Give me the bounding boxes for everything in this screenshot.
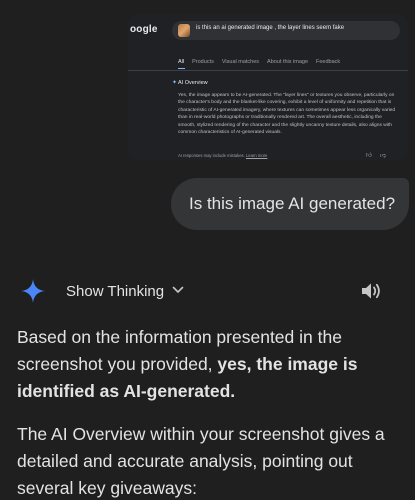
feedback-icons: 👍︎👎︎ [366,151,394,159]
response-paragraph-2: The AI Overview within your screenshot g… [17,424,385,498]
chevron-down-icon[interactable] [172,286,184,294]
active-tab-indicator [178,68,185,69]
screenshot-tab-feedback: Feedback [316,59,341,65]
google-logo: oogle [130,24,158,35]
chat-page: oogle is this an ai generated image , th… [0,0,415,500]
screenshot-tab-about-image: About this image [267,59,309,65]
screenshot-search-bar: is this an ai generated image , the laye… [172,21,400,40]
ai-overview-body: Yes, the image appears to be AI-generate… [178,93,396,136]
ai-overview-disclaimer: AI responses may include mistakes. [178,153,245,158]
ai-overview-sparkle-icon: ✦ [172,80,178,86]
screenshot-tab-all: All [178,59,185,65]
user-message-bubble: Is this image AI generated? [171,178,409,230]
ai-overview-card: ✦ AI Overview Yes, the image appears to … [172,74,402,160]
show-thinking-row: Show Thinking [20,275,390,307]
thumbs-down-icon: 👎︎ [379,153,394,159]
screenshot-tab-visual-matches: Visual matches [221,59,260,65]
screenshot-header: oogle is this an ai generated image , th… [128,14,408,50]
screenshot-divider [128,70,408,71]
ai-overview-title: AI Overview [178,80,208,86]
learn-more-link: Learn more [245,153,268,158]
ai-overview-footer: AI responses may include mistakes. Learn… [178,153,267,158]
thumbs-up-icon: 👍︎ [365,153,380,159]
show-thinking-toggle[interactable]: Show Thinking [66,283,164,300]
gemini-sparkle-icon [21,279,45,303]
screenshot-search-query: is this an ai generated image , the laye… [196,25,345,31]
speaker-icon[interactable] [360,281,382,301]
screenshot-tab-products: Products [192,59,214,65]
response-paragraph-1: Based on the information presented in th… [17,324,407,405]
screenshot-tabs: All Products Visual matches About this i… [178,59,340,65]
query-image-thumbnail [178,24,190,37]
attached-screenshot[interactable]: oogle is this an ai generated image , th… [128,14,408,160]
user-message-text: Is this image AI generated? [189,194,396,213]
